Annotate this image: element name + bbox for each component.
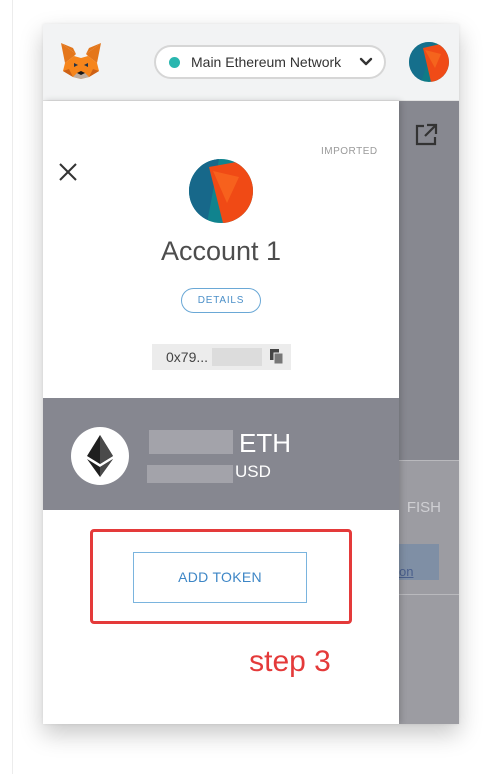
account-name: Account 1	[160, 236, 282, 266]
step-annotation: step 3	[223, 636, 357, 688]
address-text: 0x79...	[166, 349, 209, 365]
usd-balance-redaction	[147, 465, 233, 483]
add-token-button[interactable]: ADD TOKEN	[133, 552, 307, 603]
account-avatar-small[interactable]	[409, 42, 449, 82]
close-icon[interactable]	[57, 161, 79, 183]
usd-unit: USD	[235, 462, 271, 481]
eth-unit: ETH	[239, 428, 291, 458]
address-redaction	[212, 348, 263, 366]
network-selector[interactable]: Main Ethereum Network	[154, 45, 386, 79]
copy-icon[interactable]	[270, 349, 284, 365]
page-edge-line	[12, 0, 13, 774]
metamask-window: Main Ethereum Network FISH on IMPORTED A…	[43, 24, 459, 724]
account-avatar	[189, 159, 253, 223]
network-status-dot	[169, 56, 180, 68]
fox-logo[interactable]	[59, 41, 103, 81]
account-drawer: IMPORTED Account 1 DETAILS 0x79... ETH U…	[43, 101, 399, 724]
app-header: Main Ethereum Network	[43, 24, 459, 101]
background-account-panel: FISH on	[399, 101, 459, 724]
external-link-icon[interactable]	[412, 121, 440, 149]
account-address[interactable]: 0x79...	[152, 344, 291, 370]
panel-divider	[399, 460, 459, 461]
balance-section: ETH USD	[43, 398, 399, 510]
token-list-text: FISH	[406, 499, 441, 516]
network-label: Main Ethereum Network	[191, 54, 342, 70]
ethereum-logo-icon	[71, 427, 129, 485]
details-button[interactable]: DETAILS	[181, 288, 261, 313]
chevron-down-icon	[359, 57, 373, 66]
panel-divider-lower	[399, 594, 459, 595]
panel-link: on	[399, 564, 414, 579]
imported-badge: IMPORTED	[321, 146, 378, 157]
eth-balance-redaction	[149, 430, 233, 454]
